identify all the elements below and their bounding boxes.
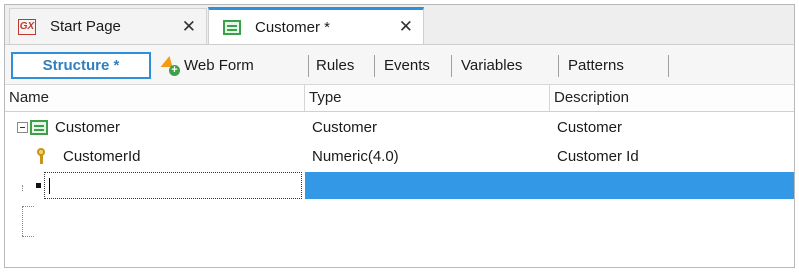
part-toolbar: Structure * + Web Form Rules Events Vari… bbox=[5, 45, 794, 85]
new-attribute-marker-icon bbox=[36, 183, 41, 188]
tab-label: Start Page bbox=[50, 18, 121, 35]
row-type: Customer bbox=[312, 119, 378, 136]
tab-patterns[interactable]: Patterns bbox=[568, 52, 624, 79]
tree-line bbox=[22, 206, 23, 236]
tab-structure[interactable]: Structure * bbox=[11, 52, 151, 79]
column-header-description[interactable]: Description bbox=[550, 85, 794, 111]
row-description: Customer bbox=[557, 119, 623, 136]
close-icon[interactable]: ✕ bbox=[399, 17, 413, 37]
genexus-logo-icon: GX bbox=[18, 18, 36, 35]
table-row[interactable]: Customer Customer Customer bbox=[5, 113, 794, 142]
tab-customer[interactable]: Customer * ✕ bbox=[208, 7, 424, 44]
column-header-type[interactable]: Type bbox=[305, 85, 550, 111]
attribute-name-input[interactable] bbox=[44, 172, 302, 199]
row-name: CustomerId bbox=[63, 148, 141, 165]
editor-window: GX Start Page ✕ Customer * ✕ Structure *… bbox=[4, 4, 795, 268]
close-icon[interactable]: ✕ bbox=[182, 17, 196, 37]
transaction-grid-icon bbox=[30, 120, 48, 135]
toolbar-divider bbox=[308, 55, 309, 77]
row-type: Numeric(4.0) bbox=[312, 148, 399, 165]
text-caret bbox=[49, 178, 50, 194]
tab-web-form-label: Web Form bbox=[184, 57, 254, 74]
toolbar-divider bbox=[558, 55, 559, 77]
primary-key-icon bbox=[35, 147, 49, 165]
tab-variables[interactable]: Variables bbox=[461, 52, 522, 79]
tab-bar: GX Start Page ✕ Customer * ✕ bbox=[5, 5, 794, 45]
tab-label: Customer * bbox=[255, 18, 331, 36]
web-form-icon: + bbox=[160, 55, 180, 76]
table-row[interactable]: CustomerId Numeric(4.0) Customer Id bbox=[5, 142, 794, 171]
tab-start-page[interactable]: GX Start Page ✕ bbox=[9, 8, 207, 44]
collapse-icon[interactable] bbox=[17, 122, 28, 133]
row-name: Customer bbox=[55, 119, 121, 136]
tree-line bbox=[22, 236, 34, 237]
tab-events[interactable]: Events bbox=[384, 52, 430, 79]
toolbar-divider bbox=[451, 55, 452, 77]
toolbar-divider bbox=[374, 55, 375, 77]
selected-row-highlight[interactable] bbox=[305, 172, 794, 199]
tree-line bbox=[22, 206, 34, 207]
column-header-name[interactable]: Name bbox=[5, 85, 305, 111]
grid-header: Name Type Description bbox=[5, 85, 794, 112]
tab-rules[interactable]: Rules bbox=[316, 52, 354, 79]
table-row[interactable] bbox=[5, 171, 794, 200]
transaction-grid-icon bbox=[223, 19, 241, 35]
tab-web-form[interactable]: + Web Form bbox=[160, 52, 254, 79]
row-description: Customer Id bbox=[557, 148, 639, 165]
toolbar-divider bbox=[668, 55, 669, 77]
